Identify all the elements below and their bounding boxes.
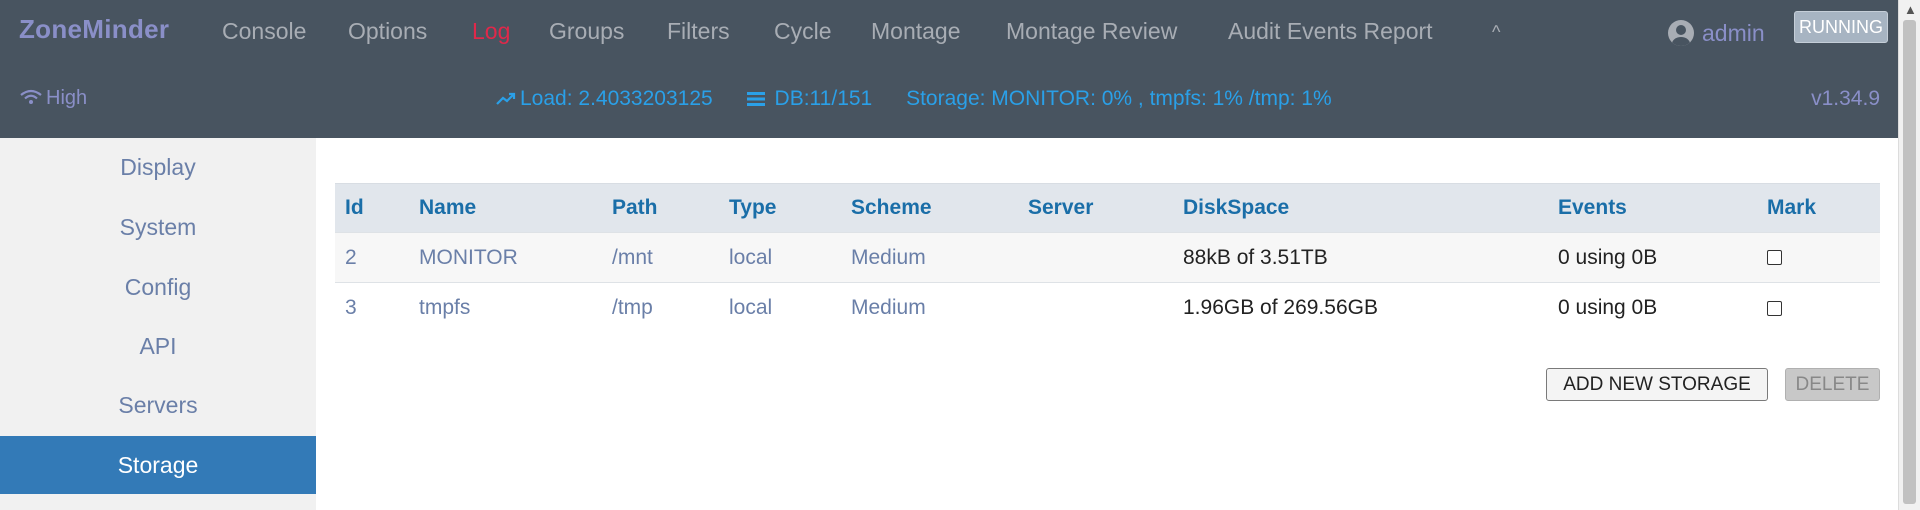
cell-id[interactable]: 3 <box>335 283 409 333</box>
system-status: Load: 2.4033203125 DB:11/151 Storage: MO… <box>496 87 1346 111</box>
table-row: 3 tmpfs /tmp local Medium 1.96GB of 269.… <box>335 282 1880 333</box>
nav-console[interactable]: Console <box>222 18 306 45</box>
nav-montage-review[interactable]: Montage Review <box>1006 18 1177 45</box>
run-state-button[interactable]: RUNNING <box>1794 11 1888 43</box>
nav-options[interactable]: Options <box>348 18 427 45</box>
db-value: DB:11/151 <box>774 87 873 110</box>
user-name: admin <box>1702 20 1765 46</box>
nav-log[interactable]: Log <box>472 18 510 45</box>
user-circle-icon <box>1668 20 1694 46</box>
sidebar-item-storage[interactable]: Storage <box>0 436 316 494</box>
cell-path[interactable]: /tmp <box>602 283 719 333</box>
nav-filters[interactable]: Filters <box>667 18 730 45</box>
storage-table: Id Name Path Type Scheme Server DiskSpac… <box>335 183 1880 333</box>
column-header-scheme[interactable]: Scheme <box>841 183 1018 233</box>
cell-path[interactable]: /mnt <box>602 233 719 283</box>
column-header-path[interactable]: Path <box>602 183 719 233</box>
collapse-chevron-icon[interactable]: ^ <box>1492 22 1500 43</box>
cell-events: 0 using 0B <box>1558 295 1658 319</box>
options-sidebar: Display System Config API Servers Storag… <box>0 138 316 510</box>
cell-mark <box>1757 233 1880 283</box>
cell-type-link[interactable]: local <box>729 296 772 319</box>
sidebar-item-api[interactable]: API <box>0 317 316 375</box>
delete-button[interactable]: DELETE <box>1785 368 1880 401</box>
sidebar-item-servers[interactable]: Servers <box>0 376 316 434</box>
bandwidth-label: High <box>46 87 88 109</box>
cell-path-link[interactable]: /mnt <box>612 246 653 269</box>
column-header-name[interactable]: Name <box>409 183 602 233</box>
cell-scheme-link[interactable]: Medium <box>851 296 926 319</box>
cell-type-link[interactable]: local <box>729 246 772 269</box>
load-status: Load: 2.4033203125 <box>496 87 733 110</box>
cell-id-link[interactable]: 3 <box>345 296 357 319</box>
load-value: Load: 2.4033203125 <box>520 87 713 110</box>
nav-montage[interactable]: Montage <box>871 18 961 45</box>
mark-checkbox[interactable] <box>1767 250 1782 266</box>
cell-type[interactable]: local <box>719 233 841 283</box>
cell-scheme[interactable]: Medium <box>841 283 1018 333</box>
cell-id[interactable]: 2 <box>335 233 409 283</box>
table-header-row: Id Name Path Type Scheme Server DiskSpac… <box>335 183 1880 233</box>
mark-checkbox[interactable] <box>1767 300 1782 316</box>
sidebar-item-system[interactable]: System <box>0 198 316 256</box>
column-header-mark: Mark <box>1757 183 1880 233</box>
page-scrollbar[interactable]: ▲ <box>1898 0 1920 510</box>
cell-path-link[interactable]: /tmp <box>612 296 653 319</box>
storage-status: Storage: MONITOR: 0% , tmpfs: 1% /tmp: 1… <box>906 87 1332 110</box>
sidebar-item-config[interactable]: Config <box>0 258 316 316</box>
nav-groups[interactable]: Groups <box>549 18 624 45</box>
cell-diskspace: 1.96GB of 269.56GB <box>1183 295 1378 319</box>
cell-server <box>1018 233 1173 283</box>
cell-events: 0 using 0B <box>1558 245 1658 269</box>
cell-diskspace: 88kB of 3.51TB <box>1183 245 1328 269</box>
cell-scheme-link[interactable]: Medium <box>851 246 926 269</box>
scroll-thumb[interactable] <box>1903 20 1916 504</box>
navbar: ZoneMinder Console Options Log Groups Fi… <box>0 0 1898 66</box>
cell-name-link[interactable]: tmpfs <box>419 296 470 319</box>
user-menu[interactable]: admin <box>1668 20 1765 47</box>
app-root: ZoneMinder Console Options Log Groups Fi… <box>0 0 1920 510</box>
trending-up-icon <box>496 92 516 105</box>
nav-cycle[interactable]: Cycle <box>774 18 832 45</box>
cell-name[interactable]: MONITOR <box>409 233 602 283</box>
cell-mark <box>1757 283 1880 333</box>
cell-server <box>1018 283 1173 333</box>
database-icon <box>746 92 765 106</box>
cell-id-link[interactable]: 2 <box>345 246 357 269</box>
cell-type[interactable]: local <box>719 283 841 333</box>
column-header-server[interactable]: Server <box>1018 183 1173 233</box>
table-row: 2 MONITOR /mnt local Medium 88kB of 3.51… <box>335 232 1880 283</box>
column-header-diskspace[interactable]: DiskSpace <box>1173 183 1548 233</box>
status-bar: High Load: 2.4033203125 DB:11/151 Storag… <box>0 66 1898 138</box>
cell-name[interactable]: tmpfs <box>409 283 602 333</box>
nav-audit-events-report[interactable]: Audit Events Report <box>1228 18 1433 45</box>
bandwidth-selector[interactable]: High <box>20 87 87 110</box>
version-label[interactable]: v1.34.9 <box>1811 87 1880 111</box>
brand-logo[interactable]: ZoneMinder <box>19 14 169 45</box>
column-header-type[interactable]: Type <box>719 183 841 233</box>
add-new-storage-button[interactable]: ADD NEW STORAGE <box>1546 368 1768 401</box>
sidebar-item-display[interactable]: Display <box>0 138 316 196</box>
storage-table-container: Id Name Path Type Scheme Server DiskSpac… <box>335 183 1880 333</box>
cell-scheme[interactable]: Medium <box>841 233 1018 283</box>
column-header-events[interactable]: Events <box>1548 183 1757 233</box>
scroll-up-arrow-icon[interactable]: ▲ <box>1904 2 1917 17</box>
cell-name-link[interactable]: MONITOR <box>419 246 518 269</box>
column-header-id[interactable]: Id <box>335 183 409 233</box>
db-status: DB:11/151 <box>746 87 893 110</box>
wifi-icon <box>20 89 42 104</box>
